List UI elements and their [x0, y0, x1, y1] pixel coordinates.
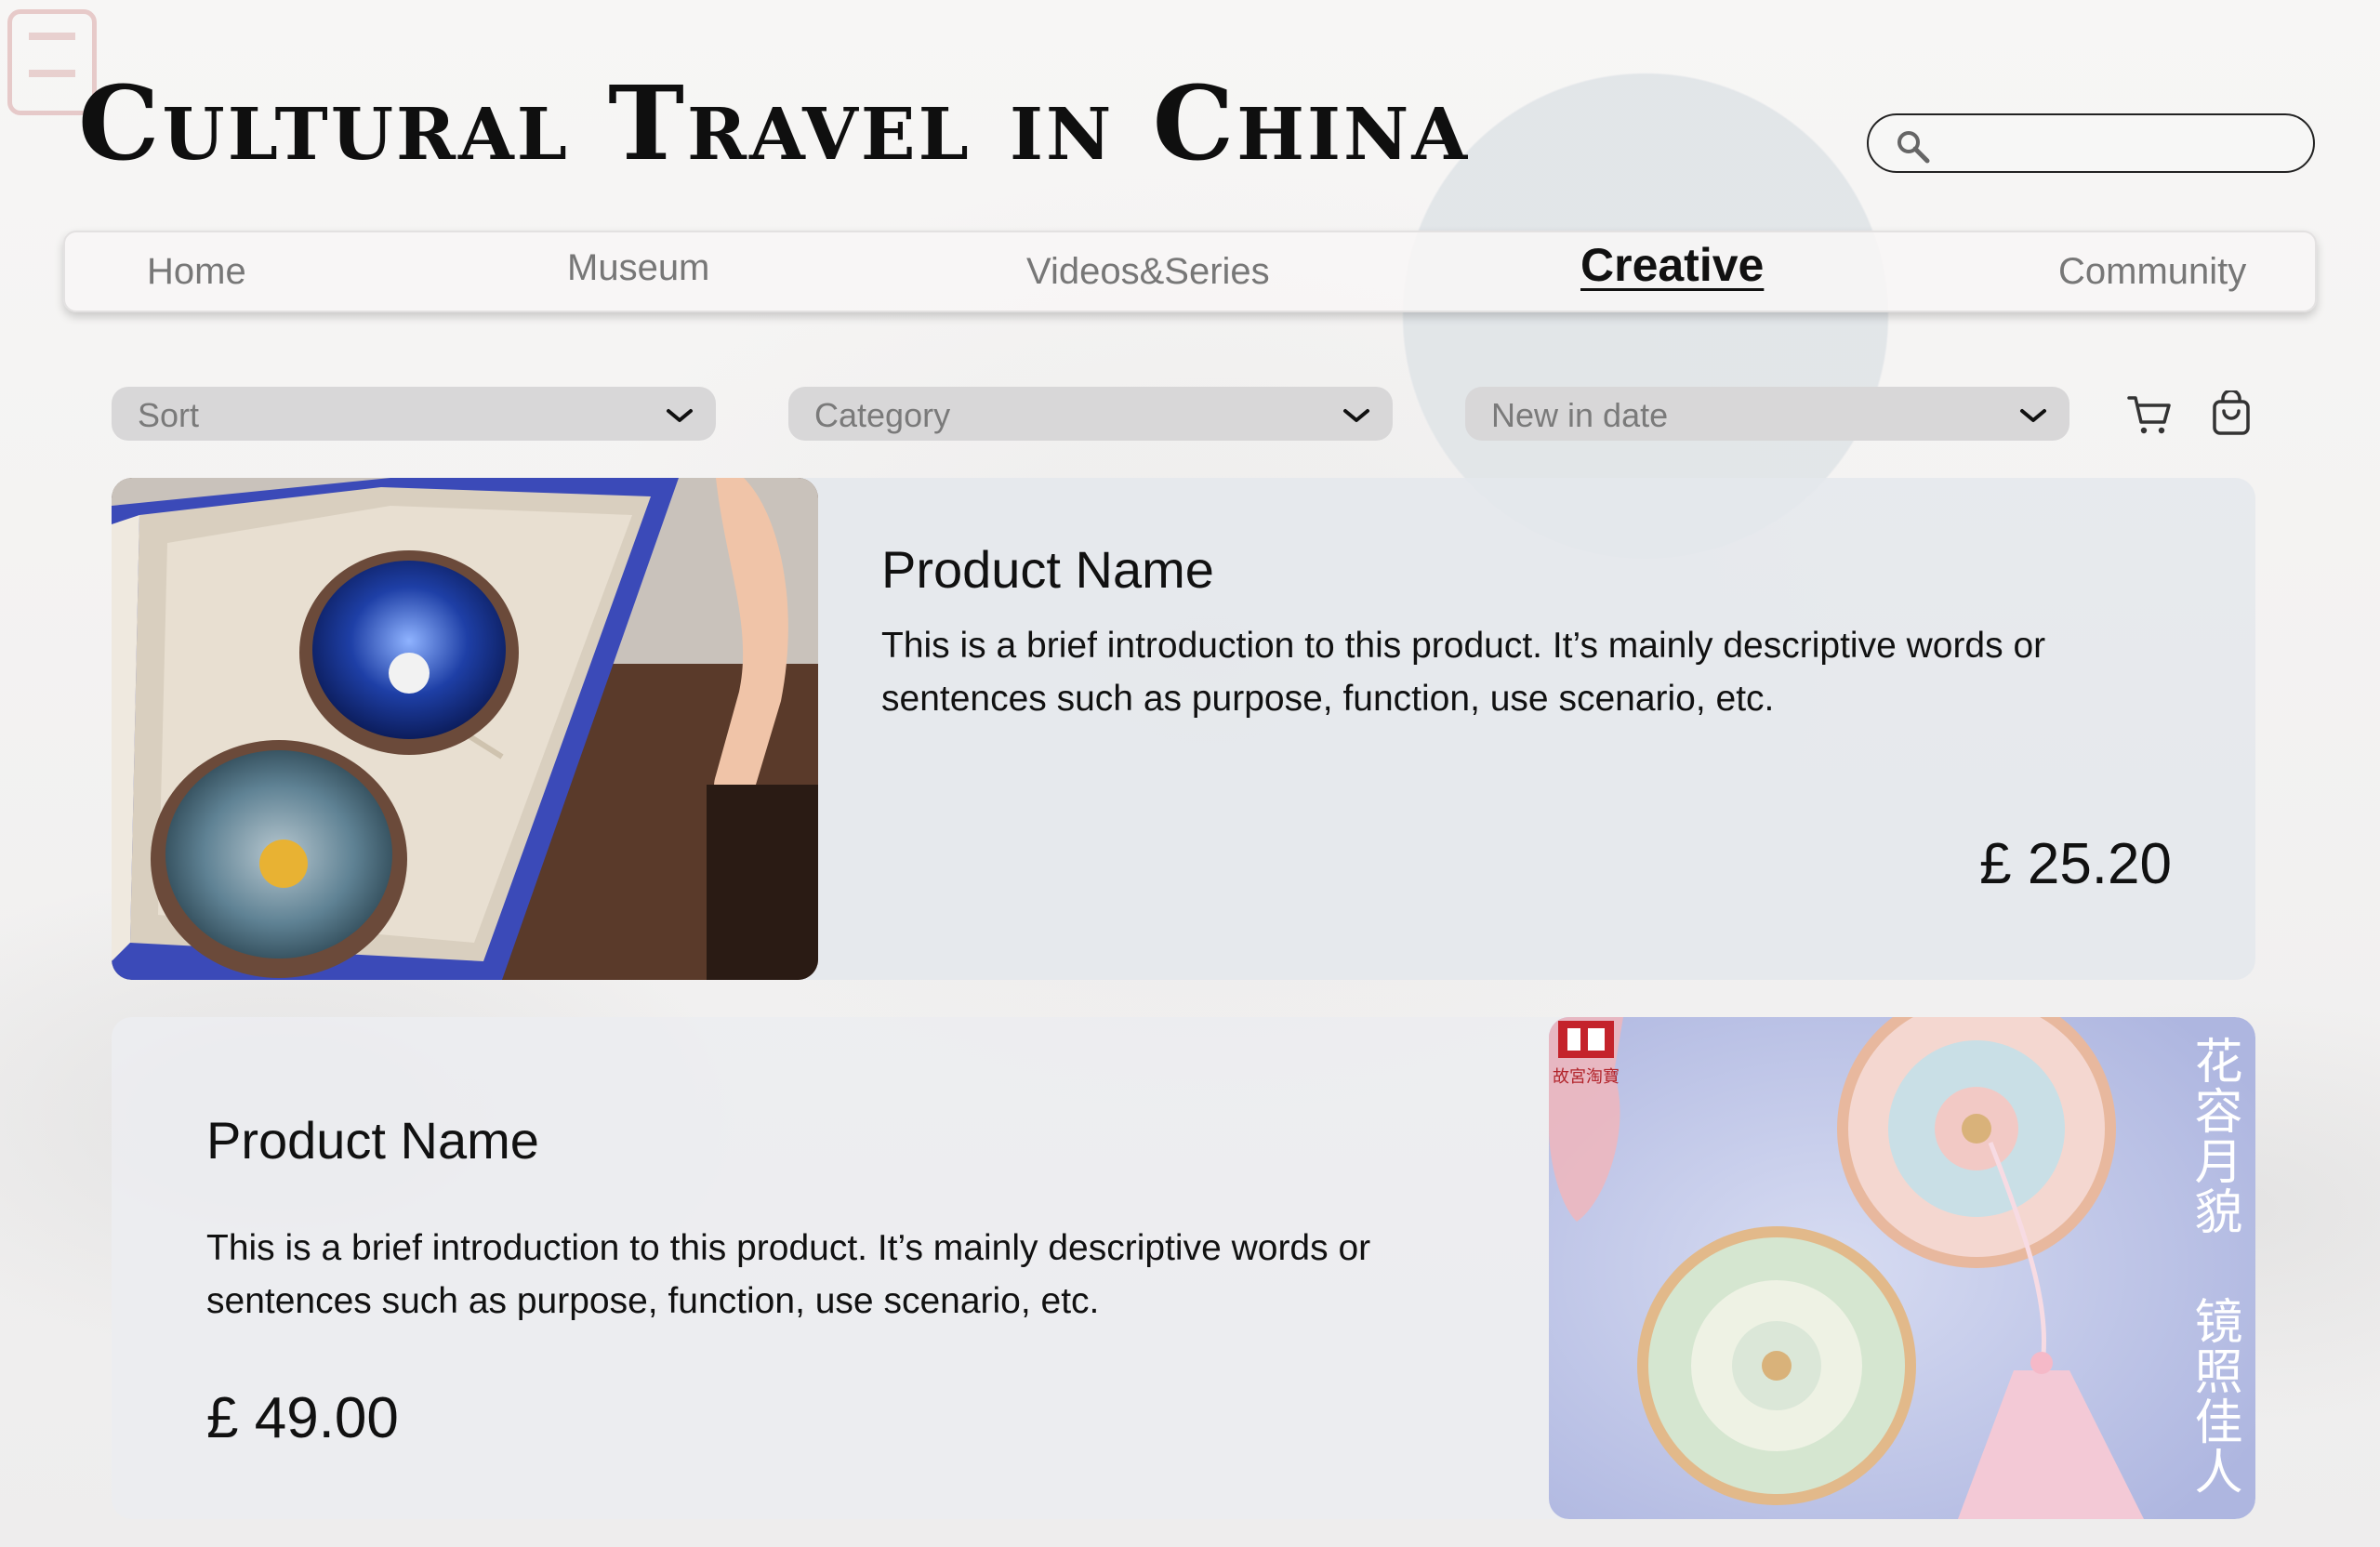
search-input[interactable] — [1943, 125, 2300, 164]
sort-label: Sort — [138, 396, 200, 434]
cart-icon[interactable] — [2125, 390, 2174, 439]
image-text-right-2: 镜照佳人 — [2186, 1296, 2241, 1497]
chevron-down-icon — [1343, 409, 1369, 422]
site-title: Cultural Travel in China — [78, 63, 1471, 183]
image-text-right-1: 花容月貌 — [2186, 1036, 2241, 1236]
nav-community[interactable]: Community — [2058, 251, 2246, 293]
image-text-left: 故宮淘寶 — [1553, 1067, 1620, 1087]
product-description: This is a brief introduction to this pro… — [881, 626, 2046, 719]
chevron-down-icon — [667, 409, 693, 422]
product-card[interactable]: Product Name This is a brief introductio… — [112, 478, 2255, 980]
nav-creative[interactable]: Creative — [1580, 238, 1764, 292]
nav-museum[interactable]: Museum — [567, 247, 709, 289]
chevron-down-icon — [2020, 409, 2046, 422]
product-description: This is a brief introduction to this pro… — [206, 1228, 1371, 1321]
category-dropdown[interactable]: Category — [788, 387, 1393, 441]
sort-dropdown[interactable]: Sort — [112, 387, 716, 441]
search-icon — [1897, 131, 1930, 164]
shopping-bag-icon[interactable] — [2207, 390, 2255, 439]
search-box[interactable] — [1867, 113, 2315, 173]
category-label: Category — [814, 396, 951, 434]
product-image-tea-cups[interactable] — [112, 478, 818, 980]
product-name[interactable]: Product Name — [881, 539, 1214, 600]
product-name[interactable]: Product Name — [206, 1110, 539, 1170]
main-nav: Home Museum Videos&Series Creative Commu… — [63, 231, 2317, 312]
product-price: £ 25.20 — [1979, 832, 2172, 896]
new-in-date-dropdown[interactable]: New in date — [1465, 387, 2069, 441]
product-price: £ 49.00 — [206, 1386, 399, 1450]
product-card[interactable]: Product Name This is a brief introductio… — [112, 1017, 2255, 1519]
nav-videos-series[interactable]: Videos&Series — [1026, 251, 1270, 293]
product-image-mirrors[interactable]: 花容月貌 镜照佳人 故宮淘寶 — [1549, 1017, 2255, 1519]
nav-home[interactable]: Home — [147, 251, 246, 293]
new-in-date-label: New in date — [1491, 396, 1669, 434]
